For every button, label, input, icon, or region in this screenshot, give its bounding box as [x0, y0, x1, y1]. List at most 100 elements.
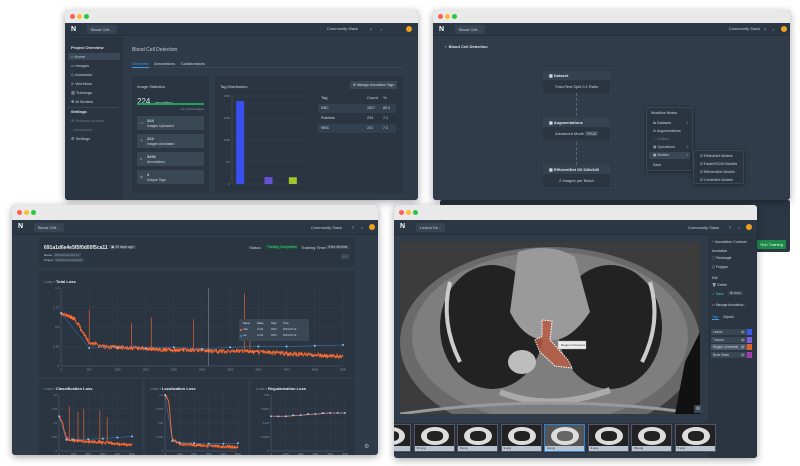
val-loss-point[interactable] — [144, 347, 147, 349]
close-button[interactable] — [70, 14, 75, 19]
tab-overview[interactable]: Overview — [132, 61, 149, 66]
menu-item-operations[interactable]: ▤ Operations › — [649, 144, 690, 151]
val-loss-point[interactable] — [116, 436, 119, 439]
thumbnail[interactable]: 4.png — [587, 424, 629, 452]
val-loss-point[interactable] — [193, 442, 195, 444]
val-loss-point[interactable] — [201, 348, 203, 350]
bar-rbc[interactable] — [236, 101, 245, 184]
menu-save[interactable]: Save — [649, 162, 690, 169]
val-loss-point[interactable] — [257, 345, 260, 348]
val-loss-point[interactable] — [344, 412, 346, 414]
project-selector[interactable]: Blood Cell... — [34, 223, 64, 232]
val-loss-point[interactable] — [299, 414, 302, 416]
bar-platelets[interactable] — [264, 177, 273, 184]
val-loss-point[interactable] — [102, 437, 104, 440]
val-loss-point[interactable] — [88, 347, 90, 349]
thumbnail[interactable]: 37.png — [413, 424, 455, 452]
settings-gear-icon[interactable]: ⚙ — [364, 443, 369, 450]
avatar[interactable] — [781, 26, 787, 32]
val-loss-point[interactable] — [116, 346, 119, 349]
val-loss-point[interactable] — [292, 414, 294, 416]
close-button[interactable] — [399, 210, 404, 215]
manage-annotations-button[interactable]: ▭ Manage Annotation... — [712, 303, 746, 307]
val-loss-point[interactable] — [237, 442, 239, 444]
avatar[interactable] — [746, 224, 752, 230]
project-selector[interactable]: Blood Cell... — [87, 25, 117, 34]
thumbnail[interactable]: 9.png — [500, 424, 542, 452]
help-icon[interactable]: ? — [370, 27, 372, 32]
val-loss-point[interactable] — [329, 412, 331, 414]
thumbnail[interactable]: 39.png — [631, 424, 672, 452]
val-loss-point[interactable] — [314, 344, 316, 347]
submenu-fasterrcnn[interactable]: ⛁ FasterRCNN Models — [696, 161, 741, 168]
sidebar-item-trainings[interactable]: ▥ Trainings — [68, 89, 120, 96]
sidebar-item-annotator[interactable]: ◇ Annotator — [68, 71, 120, 78]
tag-item[interactable]: Bone Mass 👁 — [711, 351, 752, 358]
val-loss-point[interactable] — [277, 415, 280, 418]
submenu-retinanet[interactable]: ⛁ RetinaNet Models — [696, 153, 741, 160]
menu-item-augmentations[interactable]: ✲ Augmentations — [649, 128, 690, 135]
help-icon[interactable]: ? — [729, 225, 731, 230]
submenu-centernet[interactable]: ⛁ CenterNet Models — [696, 177, 741, 184]
menu-item-models[interactable]: ▦ Models › — [649, 152, 690, 159]
val-loss-point[interactable] — [285, 415, 287, 418]
val-loss-point[interactable] — [208, 442, 210, 445]
val-loss-point[interactable] — [164, 394, 166, 396]
val-loss-point[interactable] — [60, 312, 62, 314]
val-loss-point[interactable] — [314, 413, 317, 415]
tab-tags[interactable]: Tags — [712, 315, 719, 320]
community-link[interactable]: Community Slack — [729, 26, 760, 31]
val-loss-point[interactable] — [270, 415, 272, 418]
close-button[interactable] — [17, 210, 22, 215]
val-loss-point[interactable] — [65, 439, 68, 441]
thumbnail[interactable]: 3.png — [544, 424, 585, 452]
sidebar-item-advanced[interactable]: ⌂ Advanced — [68, 126, 120, 133]
help-icon[interactable]: ? — [764, 27, 766, 32]
bar-wbc[interactable] — [288, 177, 297, 184]
menu-item-datasets[interactable]: ⇆ Datasets › — [649, 120, 690, 127]
tag-item[interactable]: Region of Interest 👁 — [711, 344, 752, 350]
ct-scan-image[interactable] — [400, 242, 700, 414]
delete-button[interactable]: 🗑 Delete — [712, 283, 727, 287]
submenu-efficientdet[interactable]: ⛁ EfficientDet Models — [696, 169, 741, 176]
node-augmentations[interactable]: ▦ Augmentations Advanced Mode TRUE — [543, 118, 610, 140]
val-loss-point[interactable] — [178, 441, 181, 444]
maximize-button[interactable] — [31, 210, 36, 215]
bell-icon[interactable]: ♪ — [772, 27, 774, 32]
node-model[interactable]: ▦ EfficientDet D0 640x640 2 Images per Ba… — [543, 165, 610, 187]
manage-tags-button[interactable]: ⚙ Manage Annotation Tags — [349, 81, 397, 89]
minimize-button[interactable] — [77, 14, 82, 19]
maximize-button[interactable] — [452, 14, 457, 19]
sidebar-item-network-access[interactable]: ⊕ Network Access — [68, 117, 120, 124]
avatar[interactable] — [406, 26, 412, 32]
val-loss-point[interactable] — [87, 438, 89, 441]
tab-annotations[interactable]: Annotations — [154, 61, 175, 66]
maximize-button[interactable] — [84, 14, 89, 19]
image-settings-icon[interactable]: ⚙ — [694, 405, 702, 413]
help-icon[interactable]: ? — [352, 225, 354, 230]
thumbnail[interactable]: 5.png — [674, 424, 716, 452]
community-link[interactable]: Community Slack — [688, 225, 719, 230]
community-link[interactable]: Community Slack — [311, 225, 342, 230]
project-selector[interactable]: Lesion De... — [416, 223, 446, 232]
close-button[interactable] — [438, 14, 443, 19]
tool-polygon[interactable]: ⬠ Polygon — [712, 265, 728, 269]
tab-collaborators[interactable]: Collaborators — [181, 61, 205, 66]
val-loss-point[interactable] — [72, 439, 75, 441]
bell-icon[interactable]: ♪ — [361, 225, 363, 230]
sidebar-item-ai-models[interactable]: ❉ AI Models — [68, 98, 120, 105]
thumbnail[interactable]: 8.png — [457, 424, 498, 452]
save-button[interactable]: ✓ Save — [712, 292, 724, 296]
val-loss-point[interactable] — [322, 412, 324, 414]
val-loss-point[interactable] — [307, 413, 309, 415]
minimize-button[interactable] — [24, 210, 29, 215]
node-dataset[interactable]: ▦ Dataset Train/Test Split 0.2 Ratio — [543, 71, 610, 93]
sidebar-item-images[interactable]: ▭ Images — [68, 62, 120, 69]
more-button[interactable]: ··· — [341, 254, 349, 259]
tag-item[interactable]: Lesion 👁 — [711, 329, 752, 335]
minimize-button[interactable] — [406, 210, 411, 215]
sidebar-item-workflow[interactable]: ⊱ Workflow — [68, 80, 120, 87]
val-loss-point[interactable] — [173, 346, 175, 349]
eye-icon[interactable]: 👁 — [741, 352, 745, 358]
tool-rectangle[interactable]: ⬚ Rectangle — [712, 256, 731, 260]
